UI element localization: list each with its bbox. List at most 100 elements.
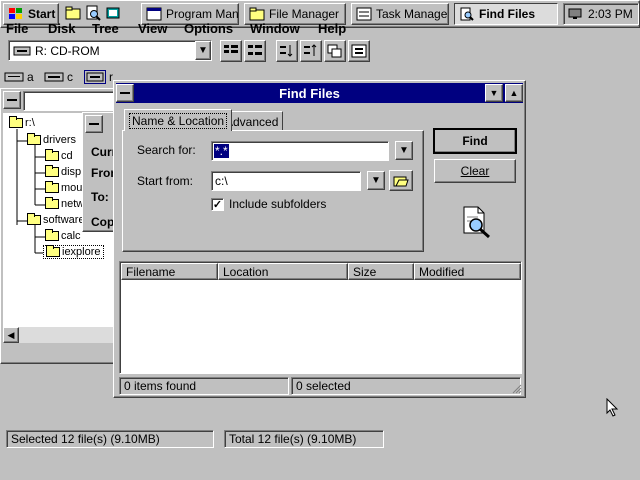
tools-quick-icon[interactable] (105, 5, 121, 21)
view-details-button[interactable] (244, 40, 266, 62)
drive-combo-value: R: CD-ROM (35, 43, 100, 58)
task-label: Program Man... (166, 7, 239, 21)
task-label: Find Files (479, 7, 536, 21)
folder-quick-icon[interactable] (65, 5, 81, 21)
taskbar: Start Program Man... File Manager Task M… (0, 0, 640, 28)
tree-path-header (23, 91, 117, 111)
control-menu-icon (7, 99, 17, 101)
properties-icon (351, 44, 367, 58)
control-menu-icon (120, 92, 130, 94)
include-subfolders-checkbox[interactable]: ✓ (211, 197, 224, 211)
cdrom-drive-icon (13, 46, 31, 55)
file-manager-icon (249, 7, 265, 21)
mouse-cursor-icon (606, 398, 619, 417)
results-list[interactable]: Filename Location Size Modified (119, 261, 522, 374)
maximize-button[interactable]: ▲ (505, 84, 523, 102)
status-selected: Selected 12 file(s) (9.10MB) (6, 430, 214, 448)
task-file-manager[interactable]: File Manager (244, 3, 346, 25)
fm-toolbar-buttons (220, 40, 370, 62)
search-for-dropdown[interactable]: ▼ (395, 141, 413, 160)
search-for-label: Search for: (137, 143, 196, 157)
col-filename[interactable]: Filename (121, 263, 218, 280)
sort-name-button[interactable] (276, 40, 298, 62)
tab-label: Advanced (225, 114, 279, 129)
details-view-icon (248, 45, 262, 55)
tree-window-control-menu[interactable] (3, 91, 21, 109)
system-tray: 2:03 PM (563, 3, 639, 25)
start-from-input[interactable]: c:\ (211, 171, 361, 191)
find-files-titlebar[interactable]: Find Files ▼ ▲ (116, 83, 523, 103)
start-button[interactable]: Start (3, 3, 59, 25)
tray-monitor-icon[interactable] (568, 7, 582, 21)
search-for-input[interactable]: *.* (211, 141, 389, 161)
found-status-text: 0 items found (124, 379, 197, 393)
include-subfolders[interactable]: ✓ Include subfolders (211, 197, 326, 211)
quick-launch (65, 5, 121, 21)
windows-logo-icon (9, 8, 22, 19)
find-button-label: Find (462, 134, 488, 148)
copy-button[interactable] (324, 40, 346, 62)
floppy-drive-icon (4, 72, 24, 82)
task-find-files[interactable]: Find Files (454, 3, 558, 25)
find-quick-icon[interactable] (85, 5, 101, 21)
fm-status-bar: Selected 12 file(s) (9.10MB) Total 12 fi… (0, 426, 640, 454)
col-location[interactable]: Location (218, 263, 348, 280)
col-modified[interactable]: Modified (414, 263, 521, 280)
col-label: Modified (419, 264, 465, 279)
copy-icon (327, 44, 342, 58)
find-files-task-icon (460, 7, 474, 21)
drive-letter: c (67, 70, 73, 84)
found-status: 0 items found (119, 377, 289, 395)
task-program-manager[interactable]: Program Man... (141, 3, 239, 25)
col-size[interactable]: Size (348, 263, 414, 280)
include-subfolders-label: Include subfolders (229, 197, 327, 211)
sort-type-button[interactable] (300, 40, 322, 62)
selected-status-text: 0 selected (296, 379, 351, 393)
drive-letter: a (27, 70, 34, 84)
col-label: Filename (126, 264, 176, 279)
minimize-button[interactable]: ▼ (485, 84, 503, 102)
drive-bar: a c r (4, 68, 120, 86)
sort-za-icon (304, 44, 317, 56)
col-label: Size (353, 264, 377, 279)
browse-button[interactable] (389, 170, 413, 191)
find-files-control-menu[interactable] (116, 84, 134, 102)
tab-name-location[interactable]: Name & Location (124, 109, 233, 131)
start-label: Start (28, 7, 56, 21)
control-menu-icon (89, 123, 99, 125)
open-folder-icon (393, 176, 409, 186)
view-tree-button[interactable] (220, 40, 242, 62)
drive-a[interactable]: a (4, 70, 40, 84)
status-total-text: Total 12 file(s) (9.10MB) (229, 432, 357, 446)
clear-button[interactable]: Clear (434, 159, 516, 183)
properties-button[interactable] (348, 40, 370, 62)
results-header: Filename Location Size Modified (121, 263, 521, 280)
tab-panel: Search for: *.* ▼ Start from: c:\ ▼ ✓ In… (122, 130, 424, 252)
copy-dialog-control-menu[interactable] (85, 115, 103, 133)
status-selected-text: Selected 12 file(s) (9.10MB) (11, 432, 160, 446)
clock[interactable]: 2:03 PM (588, 7, 633, 21)
task-task-manager[interactable]: Task Manager (351, 3, 449, 25)
status-total: Total 12 file(s) (9.10MB) (224, 430, 384, 448)
start-from-label: Start from: (137, 174, 194, 188)
find-files-title: Find Files (279, 85, 340, 101)
col-label: Location (223, 264, 269, 279)
start-from-dropdown[interactable]: ▼ (367, 171, 385, 190)
drive-combo-dropdown[interactable]: ▼ (195, 41, 211, 60)
task-label: Task Manager (376, 7, 449, 21)
tree-view-icon (224, 45, 238, 53)
tree-hscrollbar[interactable]: ◀ (3, 327, 117, 343)
program-manager-icon (146, 7, 162, 21)
scroll-left-button[interactable]: ◀ (3, 327, 19, 343)
drive-combo[interactable]: R: CD-ROM ▼ (8, 40, 212, 61)
find-button[interactable]: Find (433, 128, 517, 154)
sort-az-icon (280, 45, 293, 57)
task-manager-icon (356, 7, 372, 21)
task-label: File Manager (269, 7, 340, 21)
copy-to-label: To: (91, 190, 109, 204)
clear-button-label: Clear (460, 164, 490, 178)
resize-grip-icon[interactable] (510, 382, 522, 394)
start-from-value: c:\ (215, 174, 228, 188)
drive-c[interactable]: c (44, 70, 80, 84)
find-magnifier-icon (463, 206, 490, 239)
